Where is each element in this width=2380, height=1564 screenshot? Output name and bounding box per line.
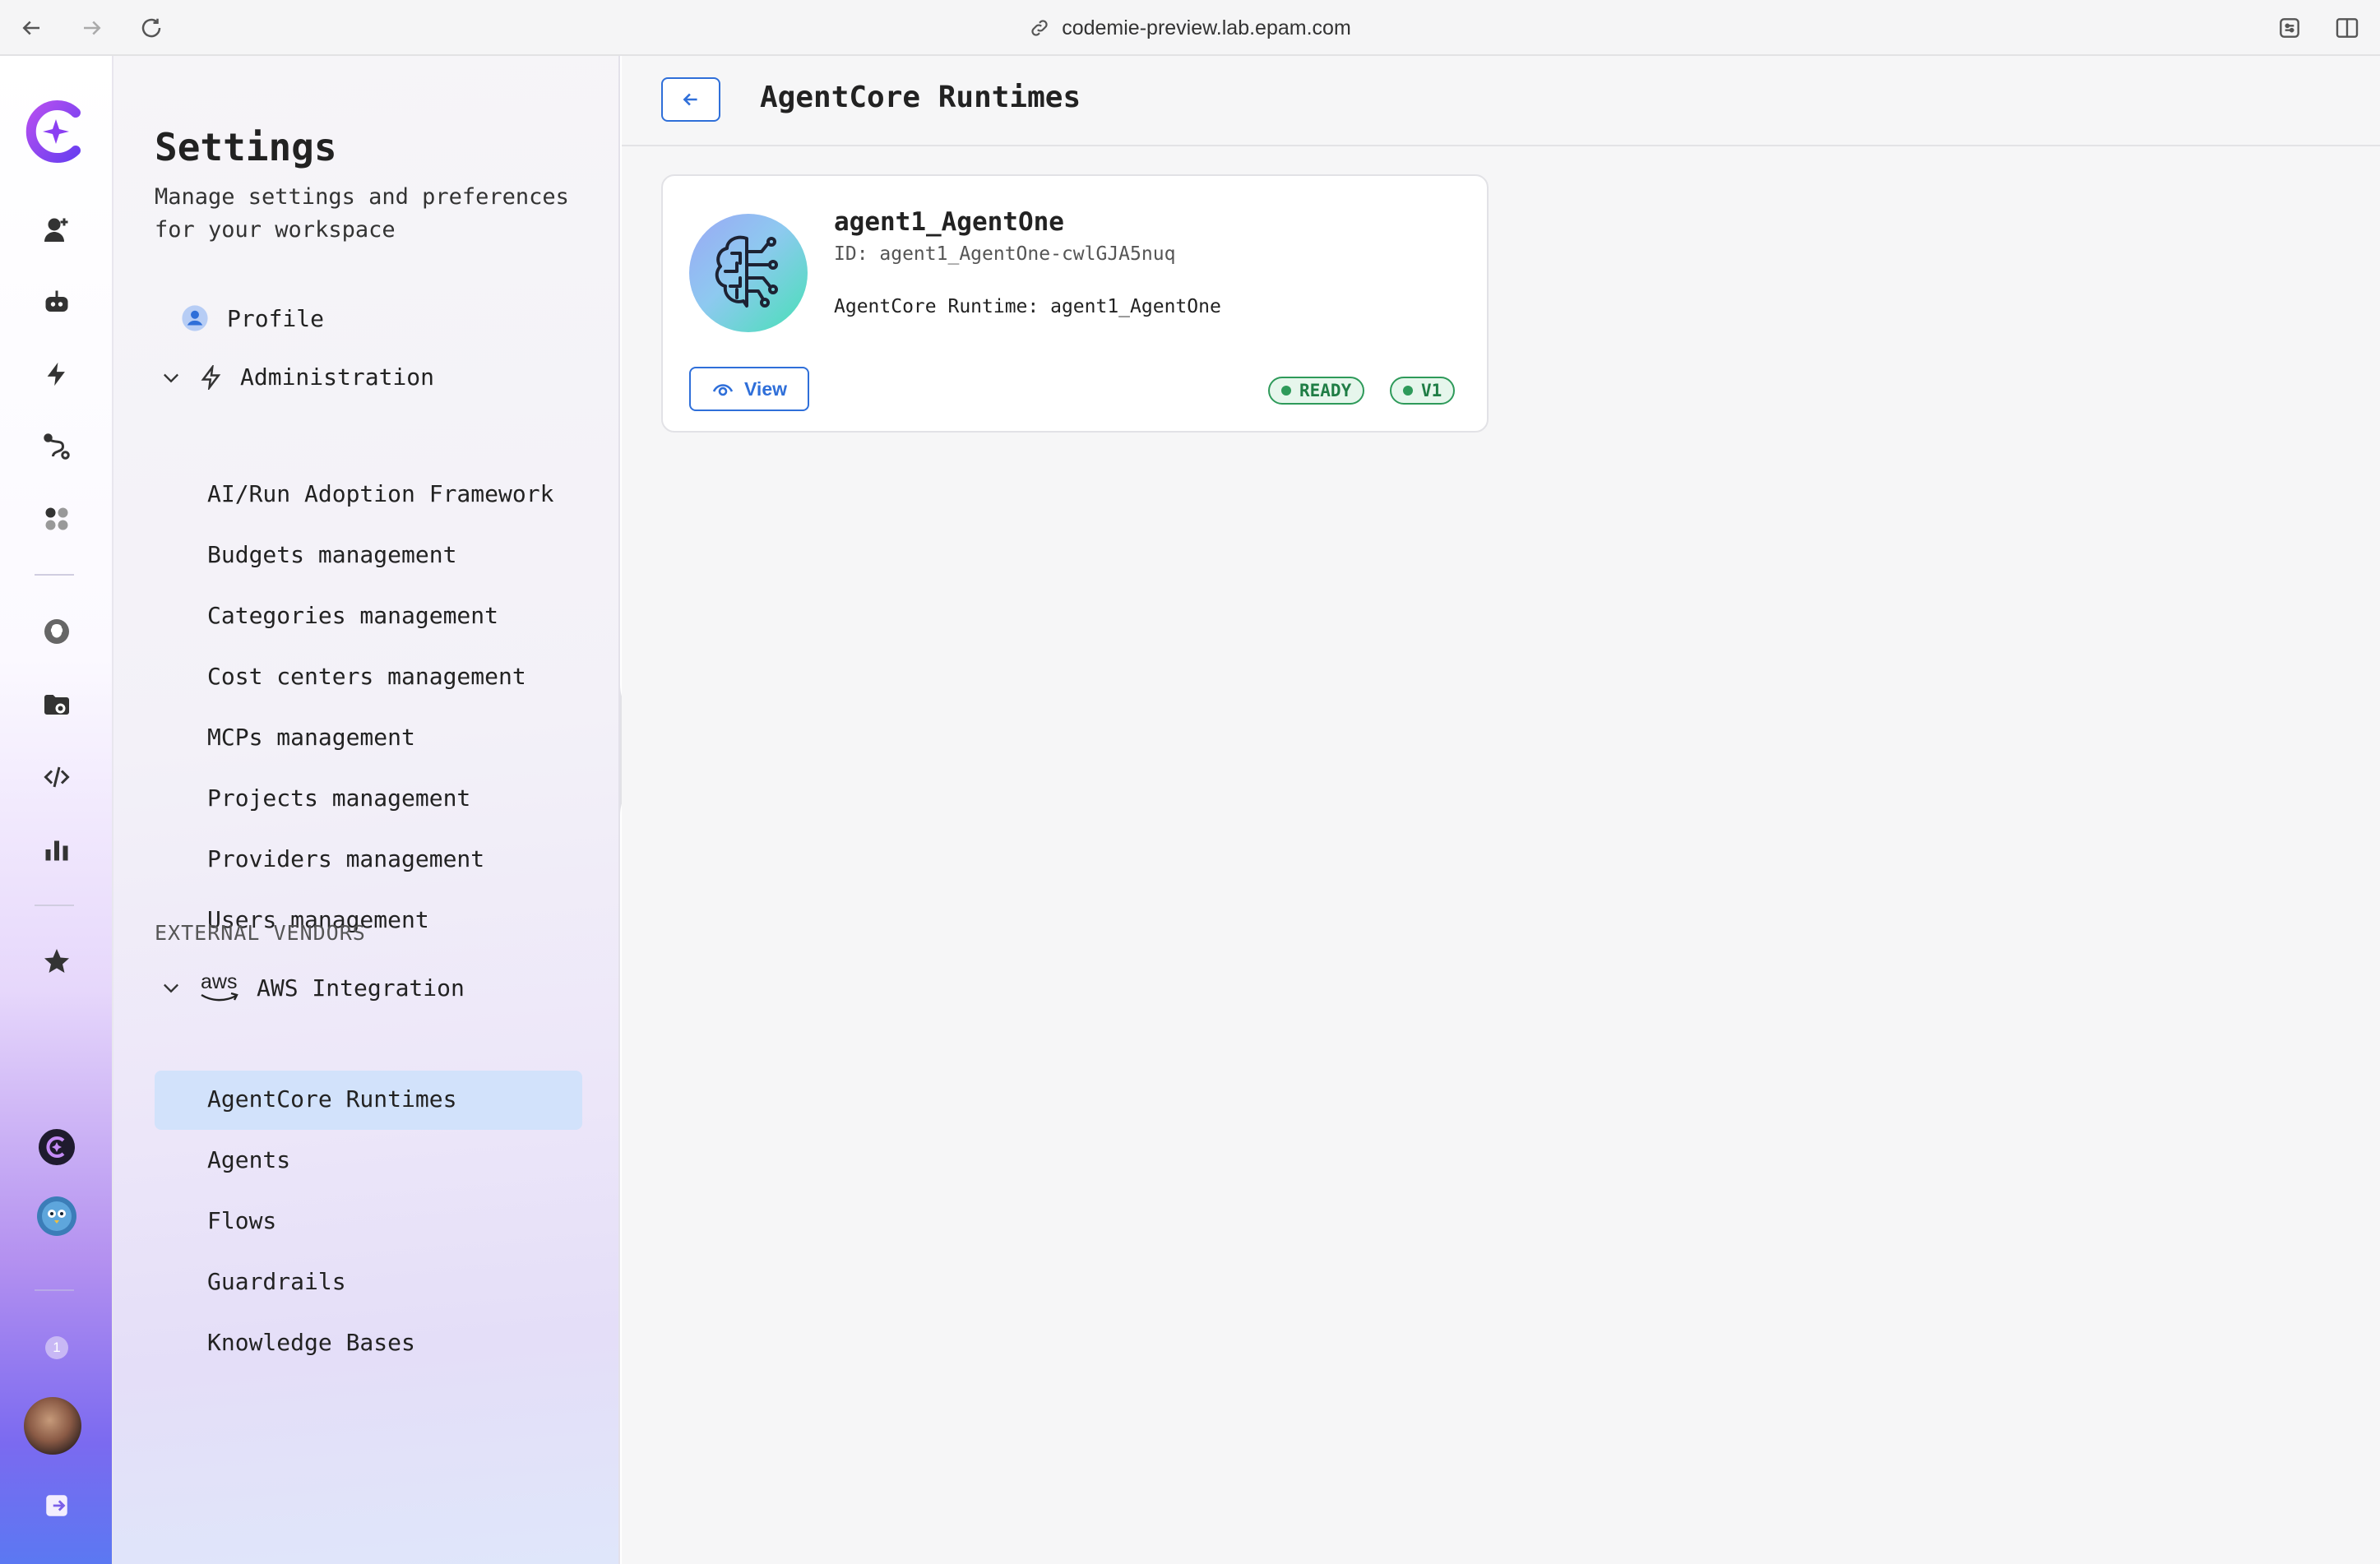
rail-divider <box>35 574 74 576</box>
agent-name: agent1_AgentOne <box>834 207 1064 237</box>
assistant-add-icon[interactable] <box>36 209 77 250</box>
sidebar-item-mcps[interactable]: MCPs management <box>207 724 415 751</box>
rail-divider <box>35 905 74 906</box>
browser-toolbar: codemie-preview.lab.epam.com <box>0 0 2380 56</box>
data-sources-icon[interactable] <box>36 684 77 725</box>
main-content: AgentCore Runtimes agent1_AgentOne ID: a… <box>622 56 2380 1564</box>
page-title: AgentCore Runtimes <box>760 81 1081 114</box>
star-icon[interactable] <box>36 941 77 982</box>
sidebar-item-providers[interactable]: Providers management <box>207 845 484 872</box>
profile-icon <box>182 305 208 331</box>
owl-avatar-icon[interactable] <box>36 1196 77 1237</box>
sidebar-group-aws[interactable]: aws AWS Integration <box>160 970 465 1003</box>
sidebar-item-projects[interactable]: Projects management <box>207 784 470 812</box>
version-badge: V1 <box>1390 377 1456 405</box>
aws-logo-icon: aws <box>199 970 240 1003</box>
sidebar-item-budgets[interactable]: Budgets management <box>207 541 456 568</box>
logout-icon[interactable] <box>36 1485 77 1526</box>
sidebar-item-guardrails[interactable]: Guardrails <box>207 1268 346 1295</box>
apps-icon[interactable] <box>36 498 77 539</box>
lightning-icon[interactable] <box>36 354 77 395</box>
sidebar-item-flows[interactable]: Flows <box>207 1207 276 1234</box>
settings-sidebar: Settings Manage settings and preferences… <box>113 56 620 1564</box>
code-icon[interactable] <box>36 757 77 798</box>
status-dot <box>1281 386 1291 396</box>
sidebar-item-categories[interactable]: Categories management <box>207 602 498 629</box>
split-view-icon[interactable] <box>2331 12 2364 44</box>
sidebar-item-label: AWS Integration <box>257 974 465 1002</box>
extensions-icon[interactable] <box>2273 12 2306 44</box>
sidebar-item-knowledge-bases[interactable]: Knowledge Bases <box>207 1329 415 1356</box>
sidebar-item-cost-centers[interactable]: Cost centers management <box>207 663 526 690</box>
view-button[interactable]: View <box>689 367 809 411</box>
user-avatar[interactable] <box>23 1396 82 1455</box>
rail-divider <box>35 1289 74 1291</box>
version-badge-label: V1 <box>1421 381 1442 400</box>
status-badge-label: READY <box>1299 381 1352 400</box>
eye-icon <box>712 384 734 396</box>
sidebar-item-adoption-framework[interactable]: AI/Run Adoption Framework <box>207 480 553 507</box>
brain-icon[interactable] <box>36 611 77 652</box>
version-dot <box>1403 386 1413 396</box>
sidebar-item-agents[interactable]: Agents <box>207 1146 290 1173</box>
sidebar-item-label: AgentCore Runtimes <box>207 1085 457 1113</box>
status-badge: READY <box>1268 377 1365 405</box>
codemie-badge-icon[interactable] <box>36 1127 77 1168</box>
sidebar-group-administration[interactable]: Administration <box>160 363 434 391</box>
back-button[interactable] <box>661 77 720 122</box>
notification-icon[interactable]: 1 <box>36 1327 77 1368</box>
sidebar-item-label: Administration <box>240 363 435 391</box>
settings-subtitle: Manage settings and preferences for your… <box>155 184 569 243</box>
notification-count: 1 <box>45 1336 68 1359</box>
address-bar[interactable]: codemie-preview.lab.epam.com <box>0 12 2380 44</box>
page-header: AgentCore Runtimes <box>622 56 2380 146</box>
runtime-card: agent1_AgentOne ID: agent1_AgentOne-cwlG… <box>661 174 1489 433</box>
analytics-icon[interactable] <box>36 829 77 870</box>
sidebar-item-label: Profile <box>227 304 325 332</box>
view-button-label: View <box>744 377 787 400</box>
chevron-down-icon <box>164 983 178 993</box>
workflow-icon[interactable] <box>36 426 77 467</box>
robot-icon[interactable] <box>36 281 77 322</box>
brain-circuit-icon <box>689 214 808 332</box>
settings-title: Settings <box>155 125 337 169</box>
chevron-down-icon <box>164 373 178 382</box>
sidebar-item-profile[interactable]: Profile <box>181 304 324 332</box>
lightning-icon <box>201 364 221 390</box>
link-icon <box>1031 20 1048 36</box>
app-rail: 1 <box>0 56 113 1564</box>
arrow-left-icon <box>683 93 697 106</box>
agent-id: ID: agent1_AgentOne-cwlGJA5nuq <box>834 243 1176 265</box>
codemie-logo-icon[interactable] <box>23 99 89 164</box>
section-header-external-vendors: EXTERNAL VENDORS <box>155 921 366 945</box>
url-text: codemie-preview.lab.epam.com <box>1062 16 1351 39</box>
agent-runtime: AgentCore Runtime: agent1_AgentOne <box>834 296 1221 317</box>
